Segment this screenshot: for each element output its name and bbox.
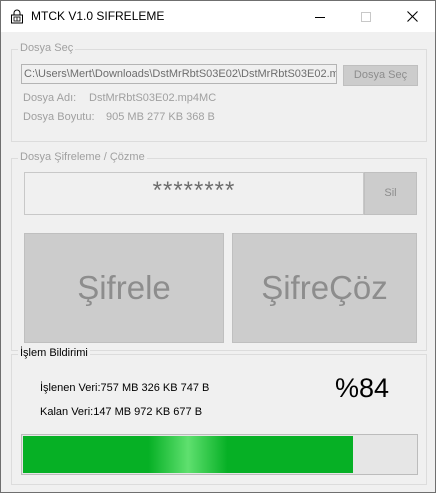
encryption-group-label: Dosya Şifreleme / Çözme bbox=[18, 151, 147, 163]
maximize-icon bbox=[361, 11, 371, 22]
decrypt-button[interactable]: ŞifreÇöz bbox=[232, 233, 417, 343]
progress-bar bbox=[21, 434, 418, 475]
file-size-label: Dosya Boyutu: bbox=[23, 111, 95, 123]
progress-percent: %84 bbox=[335, 373, 390, 403]
file-name-value: DstMrRbtS03E02.mp4MC bbox=[89, 92, 217, 104]
password-field[interactable]: ******** bbox=[24, 172, 364, 215]
close-icon bbox=[406, 11, 418, 22]
progress-bar-fill bbox=[23, 436, 353, 473]
title-bar[interactable]: MTCK V1.0 SIFRELEME bbox=[1, 1, 435, 32]
encrypt-button[interactable]: Şifrele bbox=[24, 233, 224, 343]
clear-password-button[interactable]: Sil bbox=[364, 172, 417, 215]
minimize-button[interactable] bbox=[297, 1, 343, 32]
file-name-label: Dosya Adı: bbox=[23, 92, 77, 104]
remaining-data-text: Kalan Veri:147 MB 972 KB 677 B bbox=[40, 406, 203, 418]
app-window: MTCK V1.0 SIFRELEME Dosya Seç C:\Users\M… bbox=[0, 0, 436, 493]
file-select-group-label: Dosya Seç bbox=[18, 42, 76, 54]
processed-data-text: İşlenen Veri:757 MB 326 KB 747 B bbox=[40, 382, 210, 394]
window-title: MTCK V1.0 SIFRELEME bbox=[31, 9, 165, 23]
app-icon bbox=[11, 9, 23, 24]
close-button[interactable] bbox=[389, 1, 435, 32]
progress-group-label: İşlem Bildirimi bbox=[18, 347, 90, 359]
file-size-value: 905 MB 277 KB 368 B bbox=[106, 111, 215, 123]
file-path-field[interactable]: C:\Users\Mert\Downloads\DstMrRbtS03E02\D… bbox=[21, 64, 337, 84]
minimize-icon bbox=[315, 16, 325, 18]
maximize-button[interactable] bbox=[343, 1, 389, 32]
select-file-button[interactable]: Dosya Seç bbox=[343, 65, 418, 86]
